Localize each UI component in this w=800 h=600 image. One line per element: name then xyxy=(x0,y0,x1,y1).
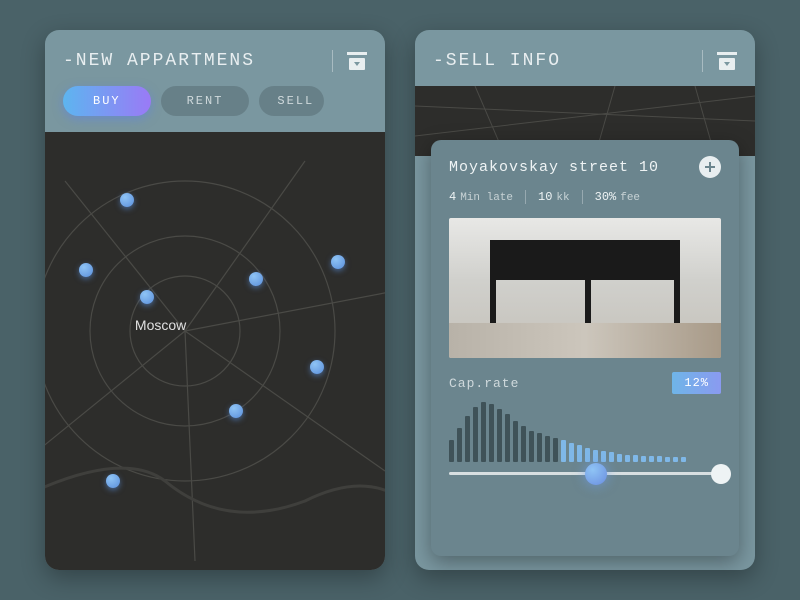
chart-bar xyxy=(569,443,574,462)
map-city-label: Moscow xyxy=(135,317,186,333)
chart-bar xyxy=(665,457,670,462)
cap-rate-slider[interactable] xyxy=(449,472,721,475)
apartments-title: -NEW APPARTMENS xyxy=(63,51,318,71)
chart-bar xyxy=(513,421,518,462)
chart-bar xyxy=(529,431,534,462)
chart-bar xyxy=(681,457,686,462)
chart-bar xyxy=(641,456,646,462)
chart-bar xyxy=(481,402,486,462)
stat-divider xyxy=(525,190,526,204)
tab-rent[interactable]: RENT xyxy=(161,86,250,116)
chart-bar xyxy=(561,440,566,462)
chart-bar xyxy=(545,436,550,462)
sell-info-screen: -SELL INFO Moyakovskay street 10 4Min la… xyxy=(415,30,755,570)
stat-kk: 10kk xyxy=(538,190,570,204)
map-pin[interactable] xyxy=(140,290,154,304)
chart-bar xyxy=(465,416,470,462)
sell-title: -SELL INFO xyxy=(433,51,688,71)
archive-icon[interactable] xyxy=(347,52,367,70)
cap-rate-chart xyxy=(449,402,721,462)
stat-fee: 30%fee xyxy=(595,190,640,204)
chart-bar xyxy=(673,457,678,462)
add-button[interactable] xyxy=(699,156,721,178)
stat-time: 4Min late xyxy=(449,190,513,204)
cap-rate-row: Cap.rate 12% xyxy=(449,372,721,394)
map-pin[interactable] xyxy=(229,404,243,418)
card-header: Moyakovskay street 10 xyxy=(449,156,721,178)
chart-bar xyxy=(657,456,662,462)
header-divider xyxy=(332,50,333,72)
chart-bar xyxy=(577,445,582,462)
chart-bar xyxy=(449,440,454,462)
chart-bar xyxy=(593,450,598,462)
apartments-screen: -NEW APPARTMENS BUY RENT SELL Moscow xyxy=(45,30,385,570)
chart-bar xyxy=(585,448,590,462)
map-roads xyxy=(45,132,385,570)
chart-bar xyxy=(553,438,558,462)
property-photo[interactable] xyxy=(449,218,721,358)
listing-tabs: BUY RENT SELL xyxy=(45,86,385,132)
chart-bar xyxy=(497,409,502,462)
header-divider xyxy=(702,50,703,72)
apartments-header: -NEW APPARTMENS xyxy=(45,30,385,86)
chart-bar xyxy=(649,456,654,462)
property-address: Moyakovskay street 10 xyxy=(449,159,659,176)
map-pin[interactable] xyxy=(106,474,120,488)
map-pin[interactable] xyxy=(331,255,345,269)
chart-bar xyxy=(521,426,526,462)
slider-end-thumb[interactable] xyxy=(711,464,731,484)
stat-divider xyxy=(582,190,583,204)
chart-bar xyxy=(609,452,614,462)
tab-sell[interactable]: SELL xyxy=(259,86,324,116)
chart-bar xyxy=(489,404,494,462)
chart-bar xyxy=(505,414,510,462)
map-view[interactable]: Moscow xyxy=(45,132,385,570)
chart-bar xyxy=(537,433,542,462)
chart-bar xyxy=(633,455,638,462)
cap-rate-label: Cap.rate xyxy=(449,376,519,391)
property-stats: 4Min late 10kk 30%fee xyxy=(449,190,721,204)
chart-bar xyxy=(617,454,622,462)
chart-bar xyxy=(473,407,478,462)
slider-thumb[interactable] xyxy=(585,463,607,485)
map-pin[interactable] xyxy=(310,360,324,374)
chart-bar xyxy=(601,451,606,462)
chart-bar xyxy=(625,455,630,462)
chart-bar xyxy=(457,428,462,462)
archive-icon[interactable] xyxy=(717,52,737,70)
sell-header: -SELL INFO xyxy=(415,30,755,86)
tab-buy[interactable]: BUY xyxy=(63,86,151,116)
property-card: Moyakovskay street 10 4Min late 10kk 30%… xyxy=(431,140,739,556)
cap-rate-badge: 12% xyxy=(672,372,721,394)
